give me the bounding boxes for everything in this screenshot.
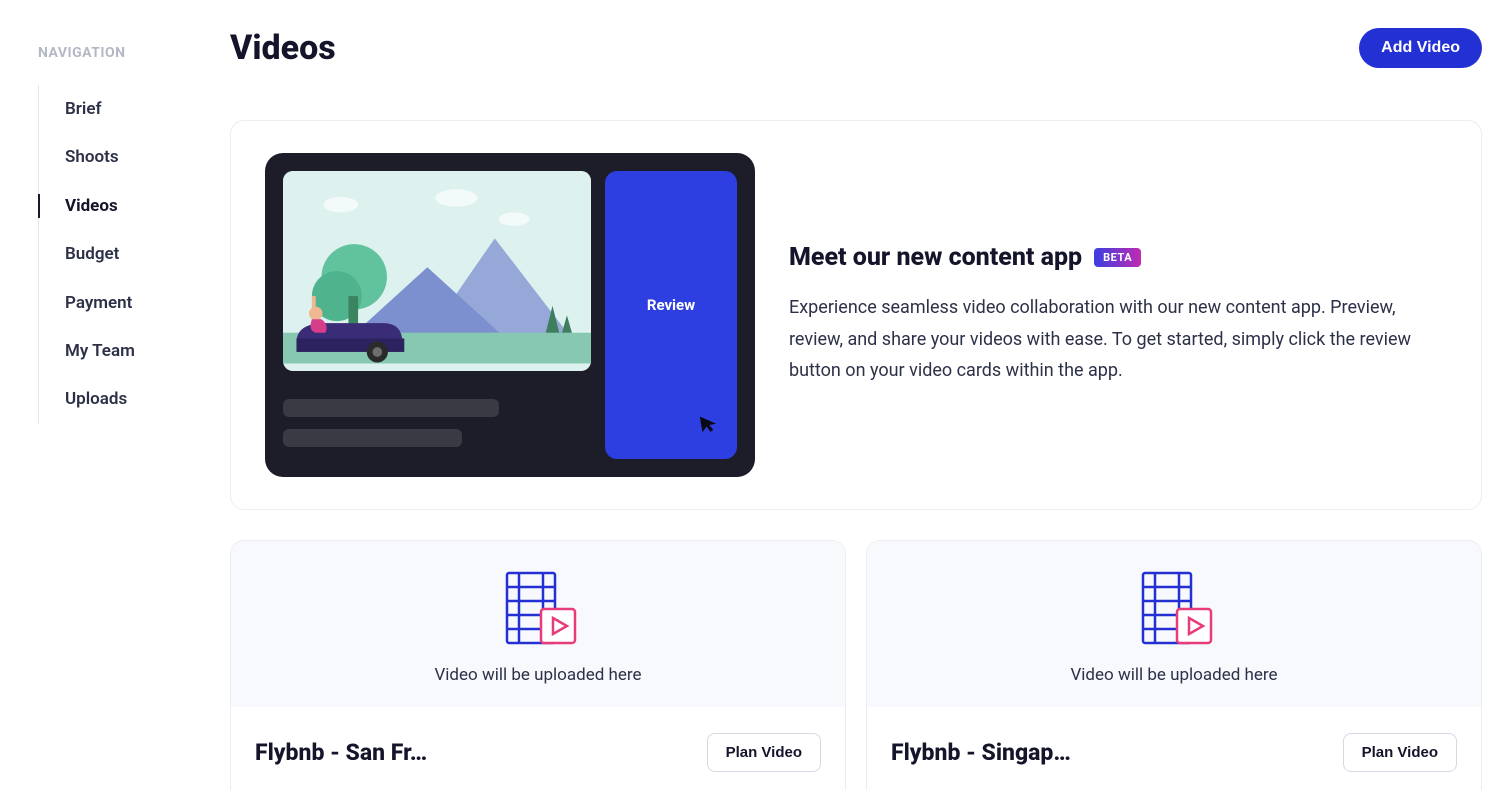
banner-body: Experience seamless video collaboration …: [789, 292, 1447, 387]
video-card-footer: Flybnb - San Fr… Plan Video: [231, 707, 845, 790]
placeholder-bar-icon: [283, 399, 499, 417]
main-content: Videos Add Video: [230, 0, 1502, 790]
add-video-button[interactable]: Add Video: [1359, 28, 1482, 68]
video-cards-grid: Video will be uploaded here Flybnb - San…: [230, 540, 1482, 790]
sidebar-item-budget[interactable]: Budget: [39, 230, 230, 278]
sidebar-item-videos[interactable]: Videos: [39, 182, 230, 230]
nav-list: Brief Shoots Videos Budget Payment My Te…: [38, 85, 230, 424]
banner-illustration: Review: [265, 153, 755, 477]
sidebar-item-uploads[interactable]: Uploads: [39, 375, 230, 423]
banner-heading: Meet our new content app: [789, 243, 1082, 272]
film-play-icon: [499, 569, 577, 647]
cursor-icon: [697, 411, 720, 434]
video-card: Video will be uploaded here Flybnb - Sin…: [866, 540, 1482, 790]
content-app-banner: Review Meet our new content app BETA Exp…: [230, 120, 1482, 510]
video-card-placeholder-text: Video will be uploaded here: [434, 665, 641, 685]
video-card-placeholder: Video will be uploaded here: [867, 541, 1481, 707]
illustration-review-panel: Review: [605, 171, 737, 459]
nav-section-header: NAVIGATION: [38, 45, 230, 61]
illustration-review-label: Review: [647, 296, 695, 314]
sidebar: NAVIGATION Brief Shoots Videos Budget Pa…: [0, 0, 230, 790]
illustration-preview-pane: [283, 171, 591, 459]
video-card-placeholder-text: Video will be uploaded here: [1070, 665, 1277, 685]
beta-badge: BETA: [1094, 248, 1141, 267]
landscape-illustration-icon: [283, 171, 591, 364]
banner-heading-row: Meet our new content app BETA: [789, 243, 1447, 272]
banner-text: Meet our new content app BETA Experience…: [789, 243, 1447, 387]
page-title: Videos: [230, 28, 336, 68]
plan-video-button[interactable]: Plan Video: [1343, 733, 1457, 772]
illustration-text-bars: [283, 371, 591, 459]
film-play-icon: [1135, 569, 1213, 647]
placeholder-bar-icon: [283, 429, 462, 447]
page-header: Videos Add Video: [230, 28, 1482, 68]
video-card-placeholder: Video will be uploaded here: [231, 541, 845, 707]
plan-video-button[interactable]: Plan Video: [707, 733, 821, 772]
sidebar-item-brief[interactable]: Brief: [39, 85, 230, 133]
illustration-scene: [283, 171, 591, 371]
sidebar-item-shoots[interactable]: Shoots: [39, 133, 230, 181]
video-card-title: Flybnb - Singap…: [891, 739, 1071, 766]
sidebar-item-my-team[interactable]: My Team: [39, 327, 230, 375]
video-card-footer: Flybnb - Singap… Plan Video: [867, 707, 1481, 790]
sidebar-item-payment[interactable]: Payment: [39, 279, 230, 327]
video-card: Video will be uploaded here Flybnb - San…: [230, 540, 846, 790]
video-card-title: Flybnb - San Fr…: [255, 739, 427, 766]
